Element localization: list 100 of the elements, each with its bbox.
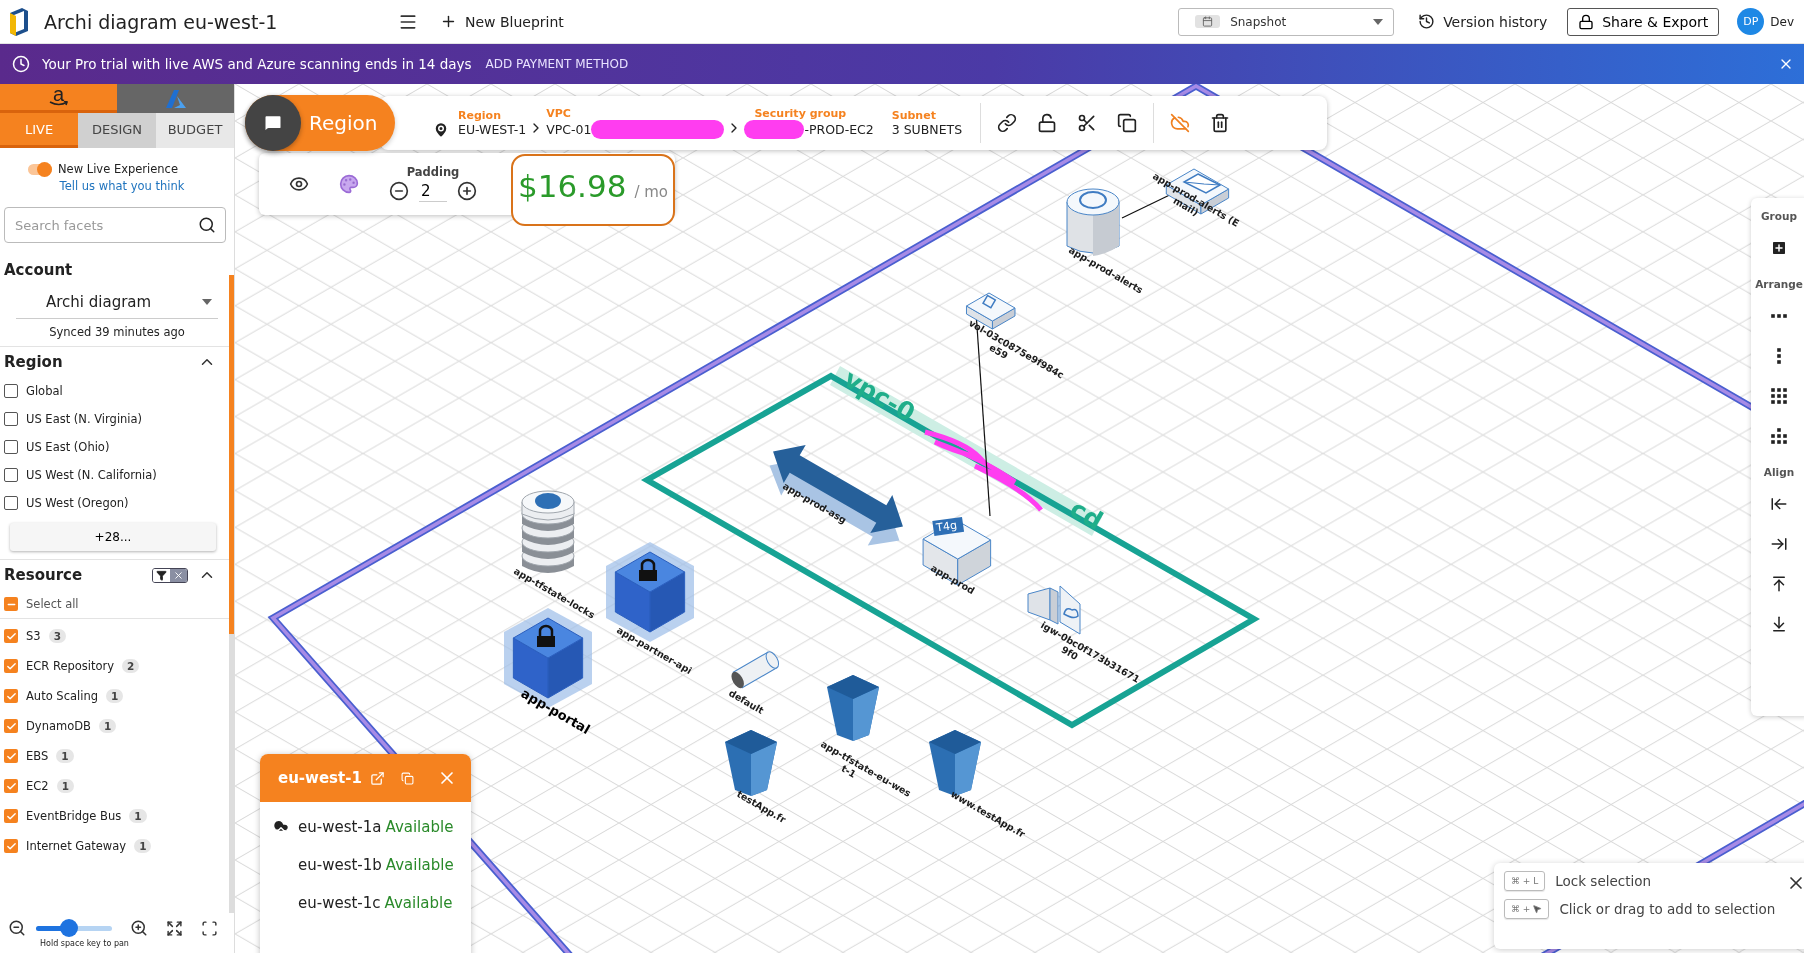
breadcrumb-value[interactable]: VPC-01	[546, 122, 592, 137]
decrease-button[interactable]	[387, 179, 411, 203]
checkbox[interactable]	[4, 412, 18, 426]
clear-filter-button[interactable]	[170, 568, 187, 582]
checkbox[interactable]	[4, 839, 18, 853]
shortcut-key: ⌘ +	[1504, 899, 1550, 919]
plus-icon	[440, 13, 457, 30]
resource-count: 1	[129, 809, 147, 823]
eye-icon	[289, 174, 309, 194]
dots-tree-icon	[1771, 428, 1787, 444]
rail-heading: Group	[1761, 210, 1797, 222]
version-history-button[interactable]: Version history	[1412, 9, 1554, 34]
resource-count: 1	[99, 719, 117, 733]
copy-icon	[400, 771, 414, 785]
check-icon	[5, 630, 17, 642]
check-icon	[5, 750, 17, 762]
section-heading: Region	[4, 353, 63, 371]
breadcrumb-value[interactable]: -PROD-EC2	[804, 122, 874, 137]
amazon-logo: a	[48, 87, 69, 107]
checkbox[interactable]	[4, 384, 18, 398]
resource-count: 1	[134, 839, 152, 853]
checkbox[interactable]	[4, 468, 18, 482]
breadcrumb-value[interactable]: 3 SUBNETS	[891, 122, 963, 137]
link-icon	[997, 113, 1018, 133]
checkbox[interactable]	[4, 659, 18, 673]
resource-label: DynamoDB	[26, 719, 91, 733]
breadcrumb-heading: Subnet	[891, 109, 937, 122]
palette-button[interactable]	[337, 172, 361, 196]
aws-tab[interactable]: a	[0, 84, 117, 113]
breadcrumb-value[interactable]: EU-WEST-1	[458, 122, 527, 137]
increase-button[interactable]	[455, 179, 479, 203]
external-link-icon	[369, 770, 385, 786]
pan-hint: Hold space key to pan	[40, 939, 130, 948]
toggle-label: New Live Experience	[58, 162, 178, 176]
sync-status: Synced 39 minutes ago	[48, 325, 186, 339]
add-payment-link[interactable]: ADD PAYMENT METHOD	[485, 57, 629, 71]
zone-name: eu-west-1c	[298, 894, 381, 912]
redaction-mark	[744, 120, 805, 139]
user-avatar[interactable]: DP	[1737, 8, 1765, 35]
resource-label: EBS	[26, 749, 49, 763]
filter-icon	[156, 569, 167, 581]
checkbox[interactable]	[4, 440, 18, 454]
mode-tab[interactable]: BUDGET	[156, 113, 234, 148]
zone-name: eu-west-1b	[298, 856, 382, 874]
snapshot-dropdown[interactable]: Snapshot	[1178, 7, 1395, 36]
account-dropdown[interactable]: Archi diagram	[16, 285, 218, 319]
checkbox[interactable]	[4, 719, 18, 733]
mode-tab[interactable]: DESIGN	[78, 113, 156, 148]
user-name: Dev	[1770, 14, 1794, 29]
panel-title: eu-west-1	[278, 769, 362, 787]
checkbox[interactable]	[4, 749, 18, 763]
comment-icon	[263, 113, 283, 133]
check-icon	[5, 720, 17, 732]
zoom-slider[interactable]	[36, 919, 112, 937]
checkbox[interactable]	[4, 779, 18, 793]
checkbox[interactable]	[4, 597, 18, 611]
zoom-slider-thumb[interactable]	[59, 919, 78, 937]
checkbox[interactable]	[4, 496, 18, 510]
expand-icon	[166, 919, 183, 937]
share-export-button[interactable]: Share & Export	[1567, 7, 1720, 36]
breadcrumb-heading: VPC	[546, 107, 572, 120]
region-label: US West (Oregon)	[26, 496, 129, 510]
select-all-label: Select all	[26, 597, 79, 611]
resource-label: Auto Scaling	[26, 689, 98, 703]
check-icon	[5, 840, 17, 852]
resource-count: 2	[122, 659, 140, 673]
zoom-in-icon	[130, 919, 148, 937]
feedback-link[interactable]: Tell us what you think	[59, 179, 185, 193]
scrollbar-thumb[interactable]	[229, 275, 234, 634]
zoom-out-icon	[8, 919, 26, 937]
region-label: Global	[26, 384, 63, 398]
caret-icon	[1373, 18, 1384, 25]
check-icon	[5, 810, 17, 822]
resource-count: 3	[48, 629, 66, 643]
padlock-icon	[1578, 13, 1595, 30]
checkbox[interactable]	[4, 629, 18, 643]
palette-icon	[339, 174, 359, 194]
filter-button[interactable]	[153, 568, 170, 582]
history-icon	[1418, 13, 1436, 30]
shortcut-key: ⌘ + L	[1504, 871, 1546, 891]
location-icon	[432, 121, 450, 139]
arrow-to-line-icon	[1770, 535, 1788, 553]
search-field[interactable]: Search facets	[4, 207, 226, 243]
more-regions-button[interactable]: +28...	[10, 523, 216, 551]
cost-period: / mo	[634, 183, 669, 201]
region-label: US East (N. Virginia)	[26, 412, 143, 426]
shortcut-label: Click or drag to add to selection	[1559, 901, 1776, 917]
padding-label: Padding	[406, 165, 460, 179]
trial-message: Your Pro trial with live AWS and Azure scanning ends in 14 days	[42, 56, 472, 72]
app-logo	[8, 6, 30, 37]
live-experience-toggle[interactable]	[28, 163, 52, 175]
shortcut-label: Lock selection	[1555, 873, 1652, 889]
checkbox[interactable]	[4, 689, 18, 703]
copy-icon	[1117, 113, 1138, 133]
zone-status: Available	[385, 856, 454, 874]
pointer-icon	[1532, 904, 1543, 914]
checkbox[interactable]	[4, 809, 18, 823]
region-label: US West (N. California)	[26, 468, 157, 482]
new-blueprint-button[interactable]: New Blueprint	[434, 9, 570, 34]
search-icon	[198, 216, 216, 234]
